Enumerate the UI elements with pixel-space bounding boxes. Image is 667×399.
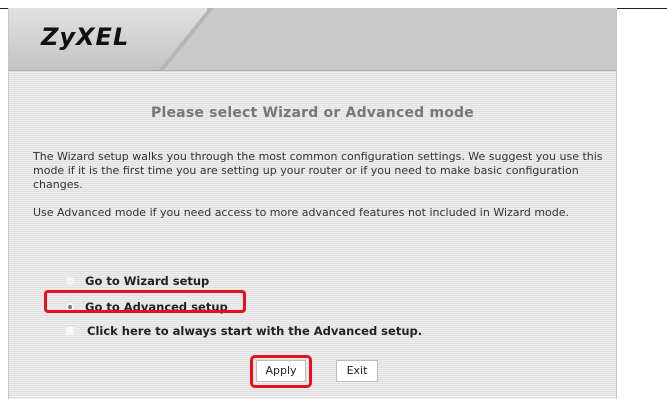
- wizard-description: The Wizard setup walks you through the m…: [33, 150, 603, 191]
- wizard-setup-radio[interactable]: [65, 276, 75, 286]
- always-advanced-label[interactable]: Click here to always start with the Adva…: [87, 324, 422, 338]
- mode-select-panel: ZyXEL Please select Wizard or Advanced m…: [8, 8, 617, 399]
- header-bar: ZyXEL: [9, 8, 616, 71]
- apply-button-highlight: [250, 355, 312, 388]
- wizard-setup-label[interactable]: Go to Wizard setup: [85, 274, 209, 288]
- always-advanced-option[interactable]: Click here to always start with the Adva…: [65, 322, 422, 340]
- always-advanced-checkbox[interactable]: [65, 326, 75, 336]
- advanced-setup-highlight: [44, 290, 246, 313]
- exit-button[interactable]: Exit: [336, 360, 378, 382]
- wizard-setup-option[interactable]: Go to Wizard setup: [65, 272, 209, 290]
- advanced-description: Use Advanced mode if you need access to …: [33, 206, 570, 219]
- page-title: Please select Wizard or Advanced mode: [151, 105, 474, 121]
- zyxel-logo: ZyXEL: [41, 23, 130, 51]
